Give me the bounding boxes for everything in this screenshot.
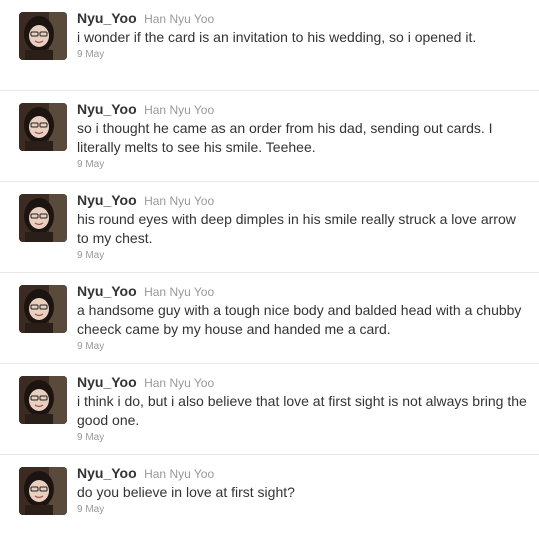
avatar-image xyxy=(19,376,67,424)
avatar[interactable] xyxy=(19,194,67,242)
full-name-link[interactable]: Han Nyu Yoo xyxy=(144,194,214,208)
tweet-content: Nyu_Yoo Han Nyu Yoo do you believe in lo… xyxy=(77,464,531,516)
screen-name-link[interactable]: Nyu_Yoo xyxy=(77,192,137,208)
timestamp-link[interactable]: 9 May xyxy=(77,340,531,353)
avatar[interactable] xyxy=(19,285,67,333)
avatar[interactable] xyxy=(19,103,67,151)
avatar-image xyxy=(19,467,67,515)
tweet-header: Nyu_Yoo Han Nyu Yoo xyxy=(77,282,531,300)
timestamp-link[interactable]: 9 May xyxy=(77,158,531,171)
screen-name-link[interactable]: Nyu_Yoo xyxy=(77,283,137,299)
full-name-link[interactable]: Han Nyu Yoo xyxy=(144,285,214,299)
tweet-content: Nyu_Yoo Han Nyu Yoo his round eyes with … xyxy=(77,191,531,262)
tweet-text: so i thought he came as an order from hi… xyxy=(77,120,493,155)
screen-name-link[interactable]: Nyu_Yoo xyxy=(77,374,137,390)
full-name-link[interactable]: Han Nyu Yoo xyxy=(144,12,214,26)
tweet-text: his round eyes with deep dimples in his … xyxy=(77,211,516,246)
tweet-item[interactable]: Nyu_Yoo Han Nyu Yoo do you believe in lo… xyxy=(0,455,539,546)
timestamp-link[interactable]: 9 May xyxy=(77,249,531,262)
avatar-image xyxy=(19,12,67,60)
full-name-link[interactable]: Han Nyu Yoo xyxy=(144,103,214,117)
screen-name-link[interactable]: Nyu_Yoo xyxy=(77,101,137,117)
screen-name-link[interactable]: Nyu_Yoo xyxy=(77,465,137,481)
tweet-item[interactable]: Nyu_Yoo Han Nyu Yoo a handsome guy with … xyxy=(0,273,539,364)
tweet-content: Nyu_Yoo Han Nyu Yoo so i thought he came… xyxy=(77,100,531,171)
full-name-link[interactable]: Han Nyu Yoo xyxy=(144,376,214,390)
tweet-header: Nyu_Yoo Han Nyu Yoo xyxy=(77,464,531,482)
tweet-header: Nyu_Yoo Han Nyu Yoo xyxy=(77,9,531,27)
timestamp-link[interactable]: 9 May xyxy=(77,431,531,444)
tweet-item[interactable]: Nyu_Yoo Han Nyu Yoo his round eyes with … xyxy=(0,182,539,273)
tweet-item[interactable]: Nyu_Yoo Han Nyu Yoo i think i do, but i … xyxy=(0,364,539,455)
tweet-header: Nyu_Yoo Han Nyu Yoo xyxy=(77,373,531,391)
full-name-link[interactable]: Han Nyu Yoo xyxy=(144,467,214,481)
tweet-text: i think i do, but i also believe that lo… xyxy=(77,393,527,428)
avatar[interactable] xyxy=(19,467,67,515)
tweet-content: Nyu_Yoo Han Nyu Yoo i think i do, but i … xyxy=(77,373,531,444)
tweet-text: do you believe in love at first sight? xyxy=(77,484,295,500)
tweet-text: a handsome guy with a tough nice body an… xyxy=(77,302,522,337)
tweet-header: Nyu_Yoo Han Nyu Yoo xyxy=(77,100,531,118)
tweet-header: Nyu_Yoo Han Nyu Yoo xyxy=(77,191,531,209)
tweet-content: Nyu_Yoo Han Nyu Yoo a handsome guy with … xyxy=(77,282,531,353)
avatar[interactable] xyxy=(19,376,67,424)
tweet-text: i wonder if the card is an invitation to… xyxy=(77,29,477,45)
timestamp-link[interactable]: 9 May xyxy=(77,48,531,61)
tweet-content: Nyu_Yoo Han Nyu Yoo i wonder if the card… xyxy=(77,9,531,61)
avatar-image xyxy=(19,103,67,151)
screen-name-link[interactable]: Nyu_Yoo xyxy=(77,10,137,26)
tweet-item[interactable]: Nyu_Yoo Han Nyu Yoo so i thought he came… xyxy=(0,91,539,182)
tweet-item[interactable]: Nyu_Yoo Han Nyu Yoo i wonder if the card… xyxy=(0,0,539,91)
avatar-image xyxy=(19,194,67,242)
avatar-image xyxy=(19,285,67,333)
avatar[interactable] xyxy=(19,12,67,60)
tweet-timeline: Nyu_Yoo Han Nyu Yoo i wonder if the card… xyxy=(0,0,539,546)
